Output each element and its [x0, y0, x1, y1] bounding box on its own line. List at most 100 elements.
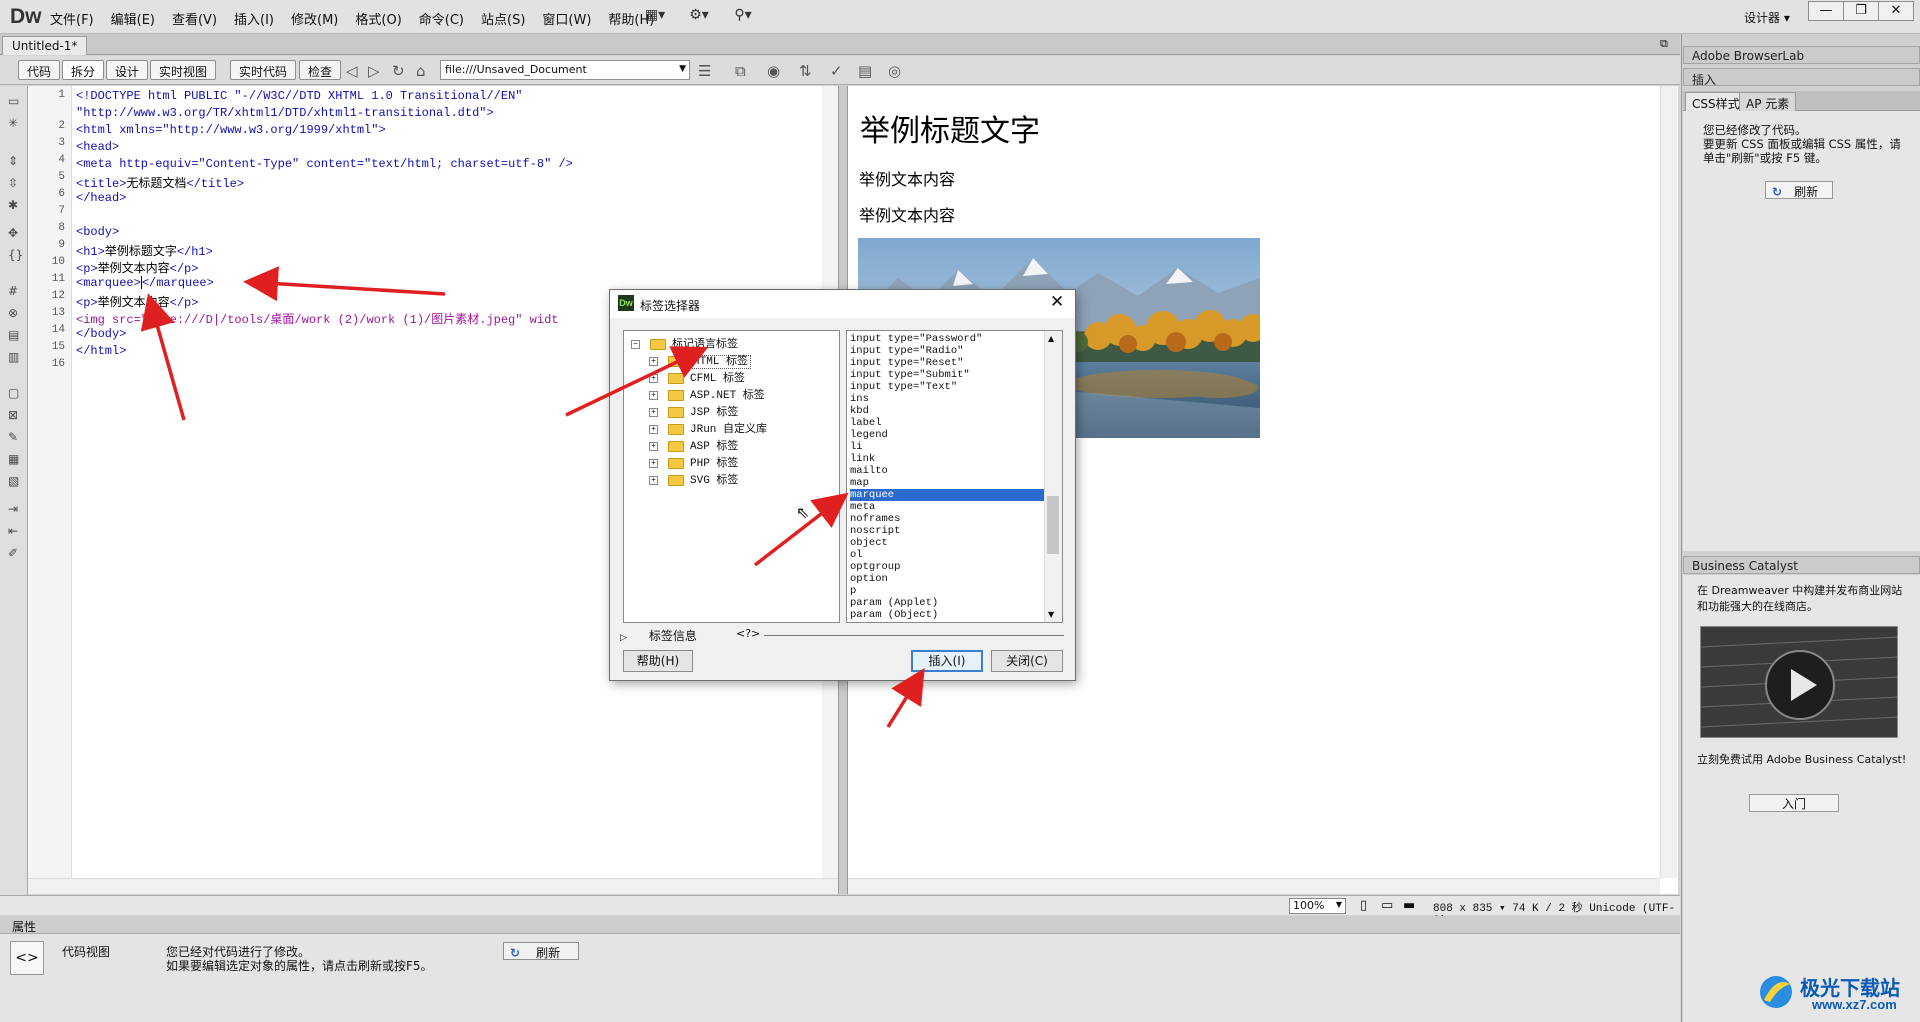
tag-list-item[interactable]: meta [850, 501, 1046, 513]
code-line[interactable]: <!DOCTYPE html PUBLIC "-//W3C//DTD XHTML… [76, 89, 522, 103]
tag-list-item[interactable]: legend [850, 429, 1046, 441]
close-button[interactable]: 关闭(C) [991, 650, 1063, 672]
format-source-icon[interactable]: ✐ [8, 546, 18, 560]
scroll-down-icon[interactable]: ▼ [1048, 610, 1054, 619]
tag-list-item[interactable]: input type="Text" [850, 381, 1046, 393]
back-icon[interactable]: ◁ [346, 62, 358, 80]
select-parent-tag-icon[interactable]: ✥ [8, 226, 18, 240]
expand-icon[interactable]: + [649, 407, 658, 417]
expand-icon[interactable]: + [649, 441, 658, 451]
desktop-size-icon[interactable]: ▬ [1403, 898, 1415, 913]
show-code-navigator-icon[interactable]: ✳ [8, 116, 18, 130]
menu-insert[interactable]: 插入(I) [234, 9, 274, 28]
zoom-select[interactable]: 100% ▼ [1289, 898, 1346, 914]
menu-view[interactable]: 查看(V) [172, 9, 217, 28]
phone-size-icon[interactable]: ▯ [1360, 898, 1367, 913]
design-heading[interactable]: 举例标题文字 [860, 106, 1040, 150]
w3c-validation-icon[interactable]: ✓ [830, 62, 843, 80]
code-line[interactable]: </html> [76, 344, 126, 358]
design-view-button[interactable]: 设计 [106, 60, 149, 80]
code-line[interactable]: <p>举例文本内容</p> [76, 293, 198, 310]
indent-code-icon[interactable]: ⇥ [8, 502, 18, 516]
code-line[interactable]: "http://www.w3.org/TR/xhtml1/DTD/xhtml1-… [76, 106, 494, 120]
tab-css-styles[interactable]: CSS样式 [1685, 92, 1747, 111]
get-started-button[interactable]: 入门 [1749, 794, 1839, 812]
tag-list-scrollbar[interactable] [1044, 331, 1062, 622]
code-line[interactable]: <head> [76, 140, 119, 154]
code-line[interactable]: </head> [76, 191, 126, 205]
tree-item-html[interactable]: + HTML 标签 [649, 352, 752, 369]
promo-video-thumbnail[interactable] [1700, 626, 1898, 738]
menu-site[interactable]: 站点(S) [481, 9, 525, 28]
expand-icon[interactable]: + [649, 458, 658, 468]
collapse-icon[interactable]: − [631, 339, 640, 349]
code-line[interactable]: <body> [76, 225, 119, 239]
expand-icon[interactable]: + [649, 424, 658, 434]
address-field[interactable]: file:///Unsaved_Document ▼ [440, 60, 690, 80]
outdent-code-icon[interactable]: ⇤ [8, 524, 18, 538]
line-numbers-icon[interactable]: # [8, 284, 18, 298]
preview-browser-icon[interactable]: ◉ [767, 62, 780, 80]
tag-list-item[interactable]: map [850, 477, 1046, 489]
expand-icon[interactable]: + [649, 390, 658, 400]
code-line[interactable]: </body> [76, 327, 126, 341]
menu-commands[interactable]: 命令(C) [419, 9, 464, 28]
highlight-invalid-icon[interactable]: ⊗ [8, 306, 18, 320]
menu-edit[interactable]: 编辑(E) [111, 9, 155, 28]
scroll-up-icon[interactable]: ▲ [1048, 334, 1054, 343]
auto-indent-icon[interactable]: ▥ [8, 350, 19, 364]
tree-item-aspnet[interactable]: + ASP.NET 标签 [649, 386, 765, 402]
collapse-tag-icon[interactable]: ⇕ [8, 154, 18, 168]
tag-list-item[interactable]: param (Applet) [850, 597, 1046, 609]
home-icon[interactable]: ⌂ [416, 62, 426, 80]
address-options-icon[interactable]: ☰ [698, 62, 711, 80]
forward-icon[interactable]: ▷ [368, 62, 380, 80]
tag-list-item-selected[interactable]: marquee [850, 489, 1046, 501]
tag-library-tree[interactable]: − 标记语言标签 + HTML 标签 + CFML 标签 + ASP.NET 标签 + J… [623, 330, 840, 623]
split-view-button[interactable]: 拆分 [62, 60, 105, 80]
business-catalyst-header[interactable]: Business Catalyst [1683, 556, 1920, 574]
open-documents-icon[interactable]: ▭ [8, 94, 19, 108]
expand-icon[interactable]: + [649, 373, 658, 383]
tree-root[interactable]: − 标记语言标签 [631, 335, 738, 351]
code-line[interactable]: <html xmlns="http://www.w3.org/1999/xhtm… [76, 123, 386, 137]
design-paragraph[interactable]: 举例文本内容 [859, 202, 955, 226]
tag-list-item[interactable]: ol [850, 549, 1046, 561]
tag-list-scroll-thumb[interactable] [1047, 496, 1059, 554]
document-tab[interactable]: Untitled-1* [2, 36, 88, 55]
tag-list-item[interactable]: mailto [850, 465, 1046, 477]
tree-item-php[interactable]: + PHP 标签 [649, 454, 738, 470]
tag-list-item[interactable]: kbd [850, 405, 1046, 417]
tag-info-toggle[interactable]: ▷ 标签信息 [620, 627, 732, 643]
close-icon[interactable]: ✕ [1050, 292, 1064, 312]
tag-list-item[interactable]: input type="Submit" [850, 369, 1046, 381]
workspace-switcher[interactable]: 设计器 ▾ [1744, 9, 1790, 26]
close-window-button[interactable]: ✕ [1878, 1, 1914, 21]
design-vertical-scrollbar[interactable] [1660, 86, 1677, 878]
menu-file[interactable]: 文件(F) [50, 9, 94, 28]
tag-list-item[interactable]: input type="Reset" [850, 357, 1046, 369]
code-line[interactable]: <p>举例文本内容</p> [76, 259, 198, 276]
move-css-icon[interactable]: ▧ [8, 474, 19, 488]
help-button[interactable]: 帮助(H) [623, 650, 693, 672]
code-view-button[interactable]: 代码 [18, 60, 61, 80]
balance-braces-icon[interactable]: {} [8, 248, 23, 262]
menu-window[interactable]: 窗口(W) [542, 9, 591, 28]
tag-list[interactable]: input type="Password" input type="Radio"… [846, 330, 1063, 623]
tab-ap-elements[interactable]: AP 元素 [1739, 92, 1797, 111]
recent-snippets-icon[interactable]: ▦ [8, 452, 19, 466]
wrap-tag-icon[interactable]: ✎ [8, 430, 18, 444]
insert-panel-header[interactable]: 插入 [1683, 68, 1920, 87]
code-line[interactable]: <meta http-equiv="Content-Type" content=… [76, 157, 573, 171]
code-line[interactable]: <img src="file:///D|/tools/桌面/work (2)/w… [76, 310, 558, 327]
tag-list-item[interactable]: p [850, 585, 1046, 597]
live-code-button[interactable]: 实时代码 [230, 60, 297, 80]
syntax-coloring-icon[interactable]: ▤ [8, 328, 19, 342]
multiscreen-icon[interactable]: ⧉ [735, 62, 746, 80]
layout-icon[interactable]: ▦▾ [640, 7, 670, 27]
menu-modify[interactable]: 修改(M) [291, 9, 338, 28]
remove-comment-icon[interactable]: ⊠ [8, 408, 18, 422]
restore-doc-icon[interactable]: ⧉ [1660, 37, 1668, 51]
code-line-marquee[interactable]: <marquee></marquee> [76, 276, 214, 290]
expand-icon[interactable]: + [649, 356, 658, 366]
